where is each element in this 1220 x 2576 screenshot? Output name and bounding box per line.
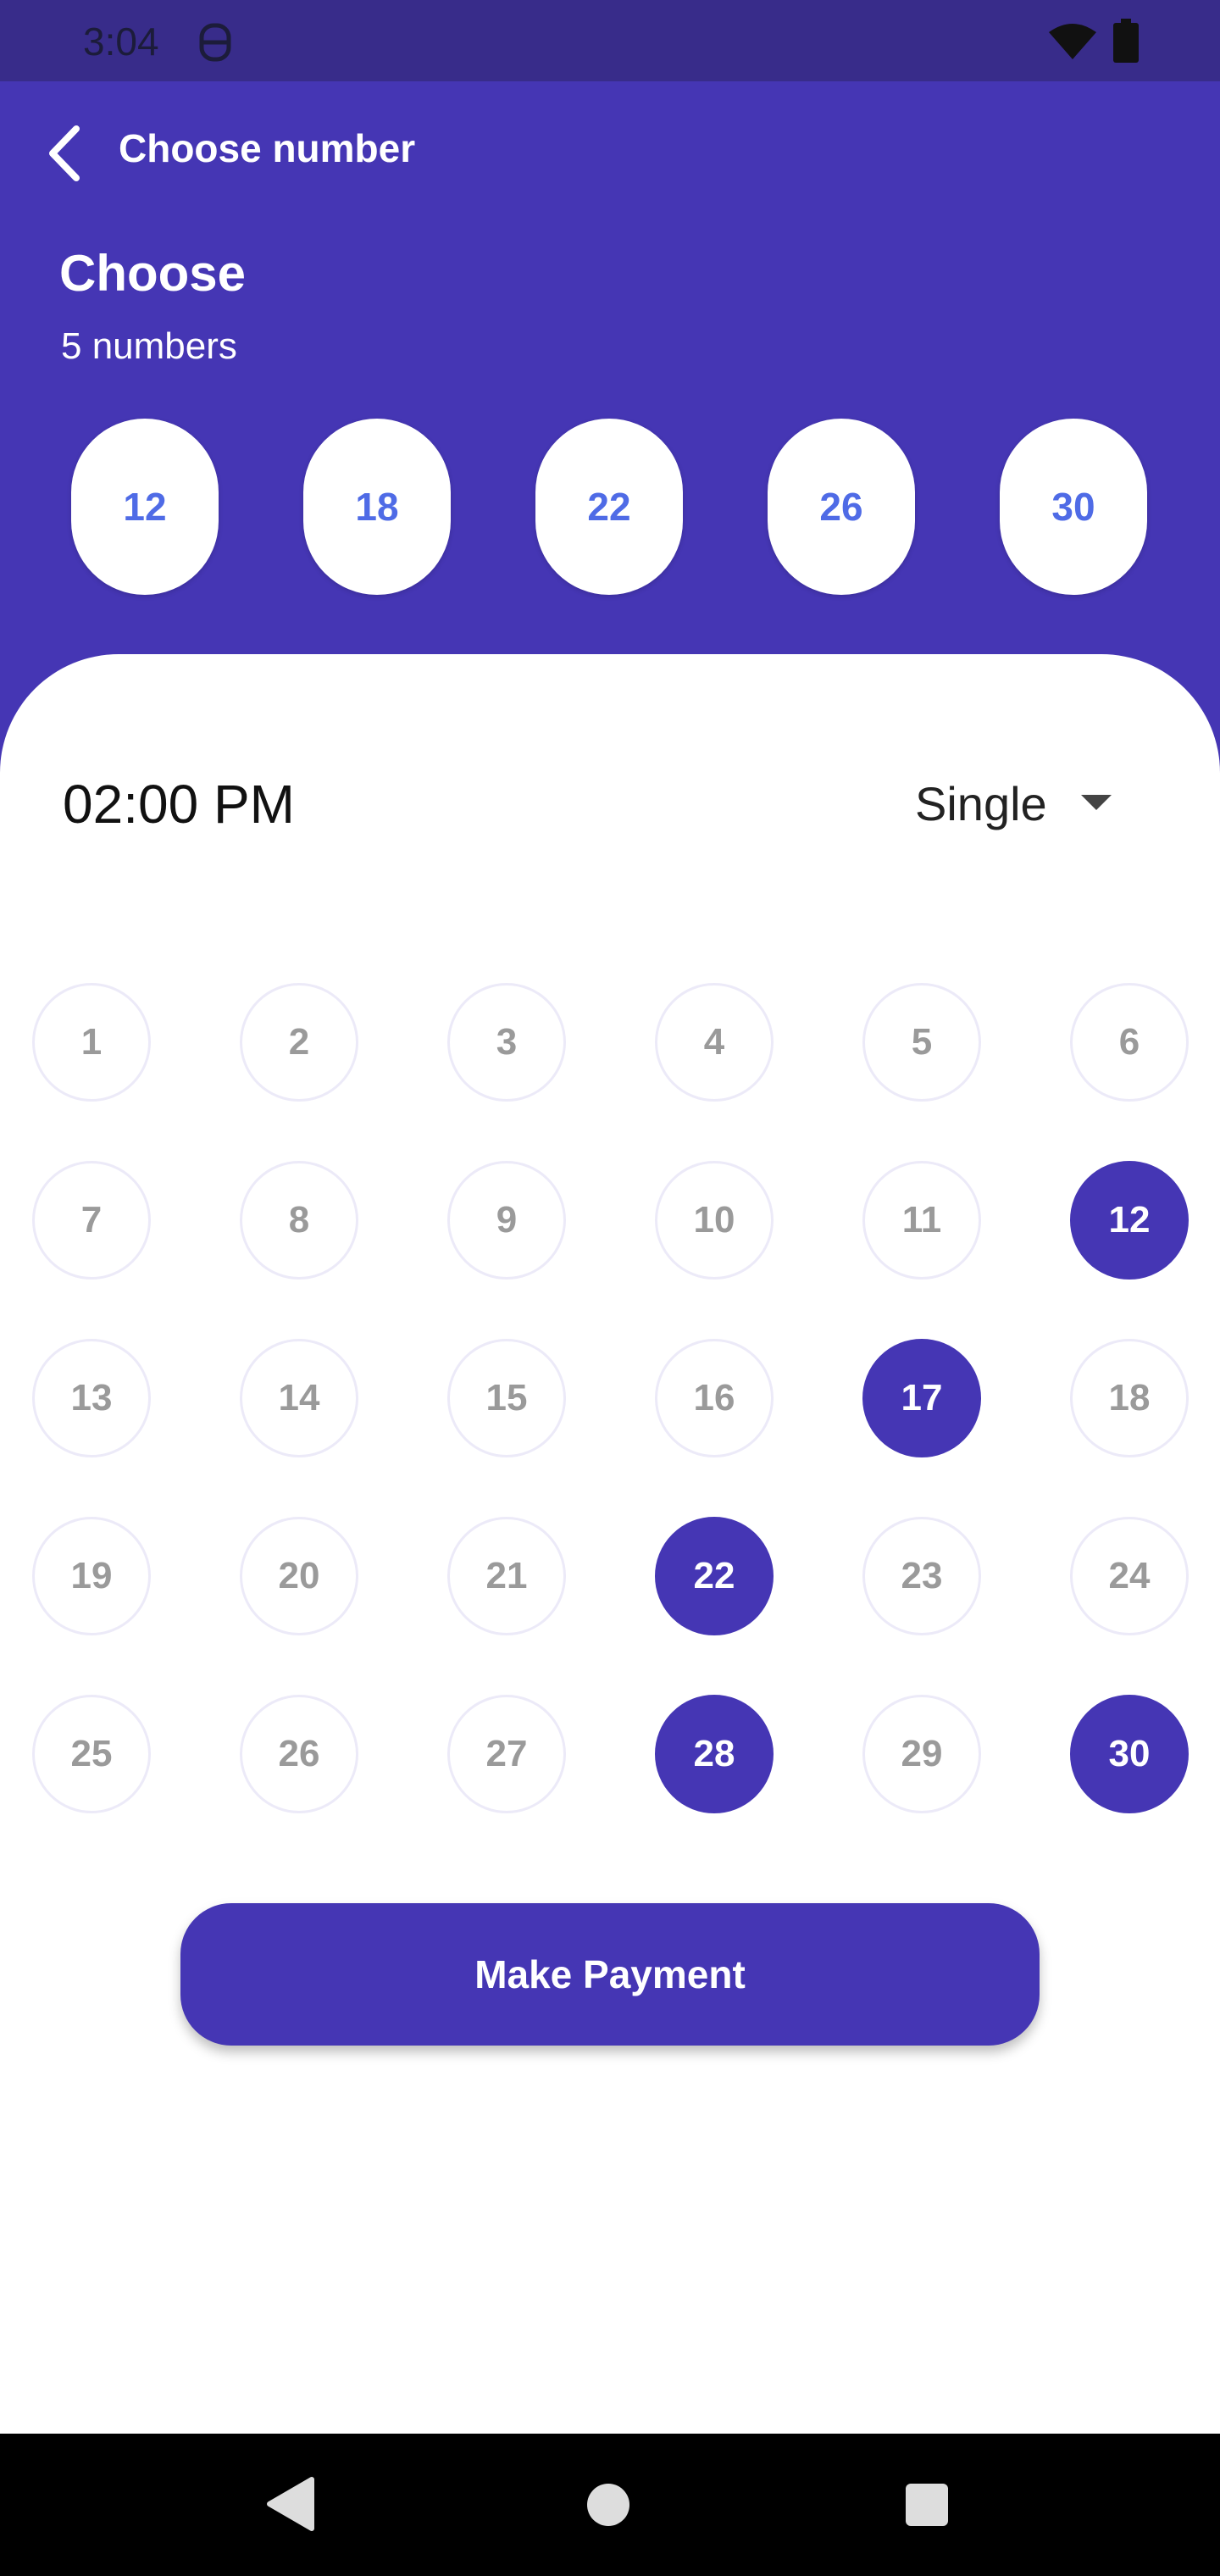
picked-number-chip[interactable]: 18 — [303, 419, 451, 595]
number-cell[interactable]: 5 — [862, 983, 981, 1102]
number-cell-selected[interactable]: 17 — [862, 1339, 981, 1457]
number-cell[interactable]: 16 — [655, 1339, 774, 1457]
number-cell[interactable]: 9 — [447, 1161, 566, 1280]
number-cell-selected[interactable]: 22 — [655, 1517, 774, 1635]
number-cell[interactable]: 25 — [32, 1695, 151, 1813]
number-cell[interactable]: 27 — [447, 1695, 566, 1813]
notification-icon — [199, 23, 231, 62]
number-cell[interactable]: 14 — [240, 1339, 358, 1457]
system-nav-bar — [0, 2434, 1220, 2576]
status-time: 3:04 — [83, 19, 159, 64]
number-cell-selected[interactable]: 28 — [655, 1695, 774, 1813]
number-selection-sheet: 02:00 PM Single 1 2 3 4 5 6 7 8 9 10 11 12 13 14 15 16 1… — [0, 654, 1220, 2434]
picked-number-chip[interactable]: 12 — [71, 419, 219, 595]
picked-number-chip[interactable]: 30 — [1000, 419, 1147, 595]
choose-heading: Choose — [59, 245, 247, 302]
number-cell[interactable]: 19 — [32, 1517, 151, 1635]
number-cell[interactable]: 20 — [240, 1517, 358, 1635]
number-cell[interactable]: 26 — [240, 1695, 358, 1813]
number-cell[interactable]: 21 — [447, 1517, 566, 1635]
picked-number-chip[interactable]: 22 — [535, 419, 683, 595]
number-cell-selected[interactable]: 12 — [1070, 1161, 1189, 1280]
number-cell[interactable]: 2 — [240, 983, 358, 1102]
app-header: Choose number Choose 5 numbers 12 18 22 … — [0, 81, 1220, 658]
number-cell[interactable]: 3 — [447, 983, 566, 1102]
wifi-icon — [1049, 24, 1096, 59]
nav-home-icon[interactable] — [586, 2483, 630, 2527]
number-cell-selected[interactable]: 30 — [1070, 1695, 1189, 1813]
make-payment-button[interactable]: Make Payment — [180, 1903, 1040, 2046]
number-cell[interactable]: 15 — [447, 1339, 566, 1457]
number-grid: 1 2 3 4 5 6 7 8 9 10 11 12 13 14 15 16 17 18 19 20 21 22 23 24 2… — [0, 654, 1220, 1840]
nav-recents-icon[interactable] — [905, 2483, 949, 2527]
number-cell[interactable]: 4 — [655, 983, 774, 1102]
picked-numbers-row: 12 18 22 26 30 — [71, 419, 1149, 597]
number-cell[interactable]: 29 — [862, 1695, 981, 1813]
number-cell[interactable]: 11 — [862, 1161, 981, 1280]
choose-subheading: 5 numbers — [61, 325, 237, 367]
back-arrow-icon[interactable] — [37, 115, 98, 192]
picked-number-chip[interactable]: 26 — [768, 419, 915, 595]
nav-back-icon[interactable] — [264, 2474, 315, 2534]
number-cell[interactable]: 8 — [240, 1161, 358, 1280]
number-cell[interactable]: 7 — [32, 1161, 151, 1280]
number-cell[interactable]: 10 — [655, 1161, 774, 1280]
number-cell[interactable]: 24 — [1070, 1517, 1189, 1635]
page-title: Choose number — [119, 126, 416, 170]
number-cell[interactable]: 1 — [32, 983, 151, 1102]
number-cell[interactable]: 13 — [32, 1339, 151, 1457]
battery-icon — [1113, 19, 1139, 63]
status-bar: 3:04 — [0, 0, 1220, 81]
number-cell[interactable]: 18 — [1070, 1339, 1189, 1457]
number-cell[interactable]: 6 — [1070, 983, 1189, 1102]
number-cell[interactable]: 23 — [862, 1517, 981, 1635]
